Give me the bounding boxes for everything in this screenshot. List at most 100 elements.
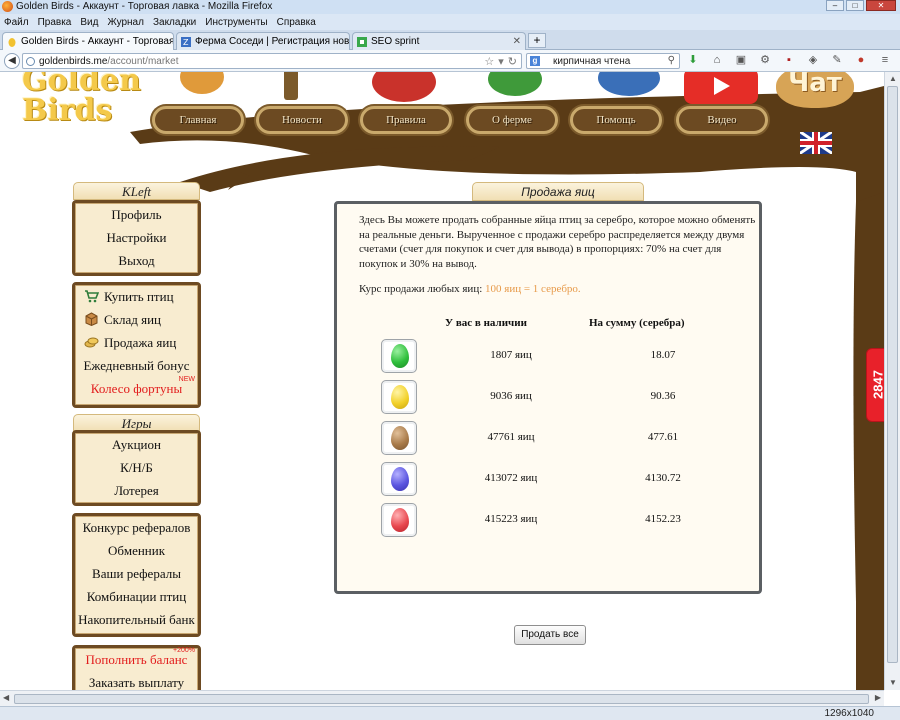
close-window-button[interactable]: ✕ (866, 0, 896, 11)
nav-video[interactable]: Видео (676, 106, 768, 134)
golden-birds-logo[interactable]: Golden Birds (22, 72, 141, 126)
scroll-down-icon[interactable]: ▼ (888, 678, 898, 688)
address-bar[interactable]: goldenbirds.me/account/market ☆ ▾ ↻ (22, 53, 522, 69)
search-input[interactable]: кирпичная чтена (553, 56, 630, 67)
egg-row-blue: 413072 яиц 4130.72 (381, 462, 721, 496)
online-counter-tab[interactable]: 2847 (866, 348, 884, 422)
sidebar-item-logout[interactable]: Выход (75, 249, 198, 272)
egg-row-yellow: 9036 яиц 90.36 (381, 380, 721, 414)
sidebar-item-daily-bonus[interactable]: Ежедневный бонус (75, 354, 198, 377)
maximize-button[interactable]: □ (846, 0, 864, 11)
scroll-left-icon[interactable]: ◀ (3, 693, 9, 702)
rate-value: 100 яиц = 1 серебро. (485, 283, 581, 295)
nav-home[interactable]: Главная (152, 106, 244, 134)
youtube-icon[interactable] (684, 72, 758, 104)
bookmark-star-icon[interactable]: ☆ (484, 55, 494, 68)
menu-tools[interactable]: Инструменты (205, 17, 267, 28)
svg-text:Z: Z (183, 38, 189, 47)
egg-row-red: 415223 яиц 4152.23 (381, 503, 721, 537)
adblock-icon[interactable]: ● (854, 53, 868, 67)
web-page: Чат Golden Birds Главная Новости Правила… (0, 72, 884, 690)
sidebar-item-savings-bank[interactable]: Накопительный банк (75, 608, 198, 631)
sidebar-item-request-payout[interactable]: Заказать выплату (75, 671, 198, 690)
horizontal-scroll-thumb[interactable] (14, 694, 869, 704)
nav-rules[interactable]: Правила (360, 106, 452, 134)
sidebar-item-label: Купить птиц (104, 289, 174, 304)
sidebar-item-wheel-of-fortune[interactable]: Колесо фортуны NEW (75, 376, 198, 400)
download-icon[interactable]: ⬇ (686, 53, 700, 67)
page-title: Продажа яиц (472, 182, 644, 201)
sidebar-item-buy-birds[interactable]: Купить птиц (75, 285, 198, 308)
nav-news[interactable]: Новости (256, 106, 348, 134)
google-search-icon[interactable]: g (530, 56, 540, 66)
search-magnifier-icon[interactable]: ⚲ (668, 55, 675, 66)
search-bar[interactable]: g кирпичная чтена ⚲ (526, 53, 680, 69)
menu-view[interactable]: Вид (80, 17, 98, 28)
menu-edit[interactable]: Правка (38, 17, 72, 28)
sidebar-item-bird-combinations[interactable]: Комбинации птиц (75, 585, 198, 608)
menu-overflow-icon[interactable]: ≡ (878, 53, 892, 67)
settings-icon[interactable]: ⚙ (758, 53, 772, 67)
menu-history[interactable]: Журнал (107, 17, 144, 28)
sidebar-item-label: Продажа яиц (104, 335, 177, 350)
back-button[interactable]: ◀ (4, 53, 20, 69)
egg-slot (381, 462, 417, 496)
red-egg-icon (391, 508, 409, 532)
egg-count: 413072 яиц (484, 472, 538, 484)
sidebar-item-egg-storage[interactable]: Склад яиц (75, 308, 198, 331)
sidebar-item-your-referrals[interactable]: Ваши рефералы (75, 562, 198, 585)
nav-about-farm[interactable]: О ферме (466, 106, 558, 134)
egg-count: 9036 яиц (490, 390, 532, 402)
column-header-sum: На сумму (серебра) (589, 317, 685, 329)
nav-help[interactable]: Помощь (570, 106, 662, 134)
new-badge: NEW (178, 376, 195, 383)
sidebar-item-exchanger[interactable]: Обменник (75, 539, 198, 562)
sidebar-item-auction[interactable]: Аукцион (75, 433, 198, 456)
resolution-indicator: 1296x1040 (824, 708, 875, 719)
menu-file[interactable]: Файл (4, 17, 29, 28)
sell-all-button[interactable]: Продать все (514, 625, 586, 645)
hd-addon-icon[interactable]: ▪ (782, 53, 796, 67)
payments-menu: Пополнить баланс +200% Заказать выплату (72, 645, 201, 690)
reload-icon[interactable]: ↻ (508, 55, 517, 68)
home-icon[interactable]: ⌂ (710, 53, 724, 67)
tab-label: Golden Birds - Аккаунт - Торговая л... (21, 36, 174, 47)
sidebar-item-referral-contest[interactable]: Конкурс рефералов (75, 516, 198, 539)
tab-seo-sprint[interactable]: SEO sprint ✕ (352, 32, 526, 50)
tab-ferma-sosedi[interactable]: Z Ферма Соседи | Регистрация новог... ✕ (176, 32, 350, 50)
close-tab-icon[interactable]: ✕ (513, 36, 521, 47)
sidebar-item-lottery[interactable]: Лотерея (75, 479, 198, 502)
tab-label: Ферма Соседи | Регистрация новог... (195, 36, 350, 47)
scroll-up-icon[interactable]: ▲ (888, 74, 898, 84)
sidebar-item-profile[interactable]: Профиль (75, 203, 198, 226)
english-language-flag-icon[interactable] (800, 132, 832, 154)
status-bar: 1296x1040 (0, 706, 900, 720)
scroll-right-icon[interactable]: ▶ (875, 693, 881, 702)
sidebar-item-rps[interactable]: К/Н/Б (75, 456, 198, 479)
new-tab-button[interactable]: + (528, 33, 546, 48)
username-header: KLeft (73, 182, 200, 200)
tools-icon[interactable]: ✎ (830, 53, 844, 67)
chat-button[interactable]: Чат (776, 72, 854, 108)
egg-silver-sum: 4152.23 (645, 513, 681, 525)
addon-icon[interactable]: ◈ (806, 53, 820, 67)
screenshot-icon[interactable]: ▣ (734, 53, 748, 67)
menu-bookmarks[interactable]: Закладки (153, 17, 196, 28)
vertical-scrollbar[interactable]: ▲ ▼ (884, 72, 900, 690)
vertical-scroll-thumb[interactable] (887, 86, 898, 663)
egg-slot (381, 503, 417, 537)
egg-count: 1807 яиц (490, 349, 532, 361)
intro-text: Здесь Вы можете продать собранные яйца п… (359, 214, 756, 270)
egg-silver-sum: 4130.72 (645, 472, 681, 484)
sidebar-item-top-up-balance[interactable]: Пополнить баланс +200% (75, 647, 198, 671)
yellow-egg-icon (391, 385, 409, 409)
sidebar-item-sell-eggs[interactable]: Продажа яиц (75, 331, 198, 354)
egg-slot (381, 339, 417, 373)
horizontal-scrollbar[interactable]: ◀ ▶ (0, 690, 884, 706)
tab-golden-birds[interactable]: Golden Birds - Аккаунт - Торговая л... ✕ (2, 32, 174, 50)
minimize-button[interactable]: – (826, 0, 844, 11)
globe-icon (26, 57, 35, 66)
menu-help[interactable]: Справка (277, 17, 316, 28)
sidebar-item-settings[interactable]: Настройки (75, 226, 198, 249)
dropdown-icon[interactable]: ▾ (498, 55, 504, 68)
